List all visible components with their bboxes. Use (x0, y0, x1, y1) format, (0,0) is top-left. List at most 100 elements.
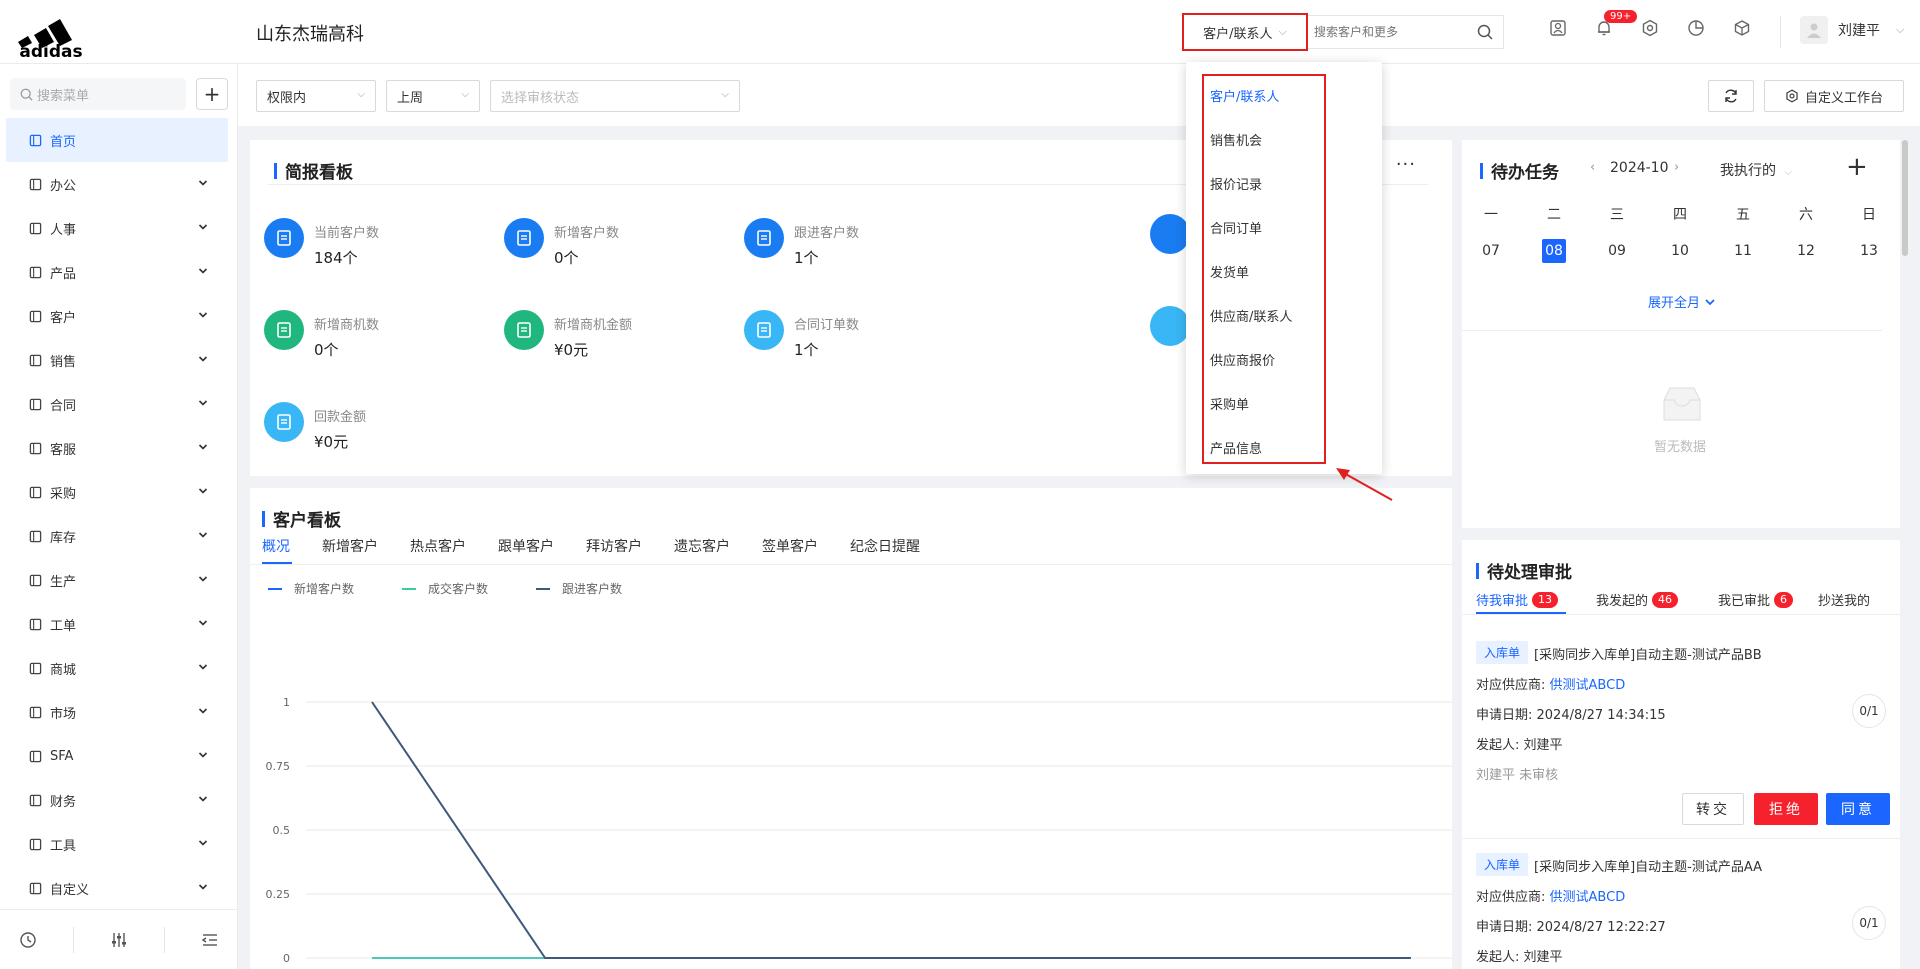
calendar-day[interactable]: 08 (1542, 239, 1566, 263)
approval-tab-0[interactable]: 待我审批 13 (1476, 590, 1559, 609)
approval-subject[interactable]: [采购同步入库单]自动主题-测试产品BB (1534, 644, 1762, 663)
sidebar-item-13[interactable]: 市场 (0, 690, 238, 734)
stat-value: ¥0元 (554, 341, 589, 359)
y-tick-label: 0.25 (266, 888, 291, 901)
approval-tab-3[interactable]: 抄送我的 (1818, 590, 1870, 609)
customize-workbench-button[interactable]: 自定义工作台 (1764, 80, 1904, 112)
sidebar-item-3[interactable]: 产品 (0, 250, 238, 294)
stat-card[interactable]: 新增商机数 0个 (264, 310, 379, 360)
cube-icon[interactable] (1732, 18, 1752, 38)
sidebar-item-4[interactable]: 客户 (0, 294, 238, 338)
stat-label: 当前客户数 (314, 226, 380, 241)
tab-3[interactable]: 跟单客户 (498, 536, 554, 556)
sliders-icon[interactable] (109, 930, 129, 950)
search-type-option[interactable]: 采购单 (1210, 394, 1249, 413)
calendar-day[interactable]: 13 (1857, 239, 1881, 263)
stat-card[interactable]: 当前客户数 184个 (264, 218, 380, 268)
legend-label: 跟进客户数 (562, 581, 622, 596)
search-type-option[interactable]: 客户/联系人 (1210, 86, 1279, 105)
more-icon[interactable]: ··· (1396, 154, 1416, 175)
sidebar-item-1[interactable]: 办公 (0, 162, 238, 206)
calendar-day[interactable]: 12 (1794, 239, 1818, 263)
toolbox-icon (28, 837, 42, 851)
stat-card[interactable]: 跟进客户数 1个 (744, 218, 859, 268)
search-type-option[interactable]: 发货单 (1210, 262, 1249, 281)
count-badge: 13 (1532, 591, 1559, 608)
reject-button[interactable]: 拒绝 (1754, 793, 1818, 825)
sidebar-item-2[interactable]: 人事 (0, 206, 238, 250)
sidebar-item-8[interactable]: 采购 (0, 470, 238, 514)
sidebar-item-5[interactable]: 销售 (0, 338, 238, 382)
global-search-input[interactable] (1314, 25, 1464, 39)
tab-6[interactable]: 签单客户 (762, 536, 818, 556)
approval-tab-2[interactable]: 我已审批 6 (1718, 590, 1794, 609)
search-type-option[interactable]: 销售机会 (1210, 130, 1262, 149)
todo-filter-select[interactable]: 我执行的 ⌵ (1720, 160, 1792, 180)
stat-card[interactable]: 合同订单数 1个 (744, 310, 859, 360)
search-type-select[interactable]: 客户/联系人 ⌵ (1182, 13, 1308, 51)
sidebar-item-7[interactable]: 客服 (0, 426, 238, 470)
history-icon[interactable] (18, 930, 38, 950)
search-type-option[interactable]: 产品信息 (1210, 438, 1262, 457)
todo-scrollbar-thumb[interactable] (1902, 140, 1908, 256)
transfer-button[interactable]: 转交 (1682, 793, 1744, 825)
mall-icon (28, 661, 42, 675)
sidebar-item-0[interactable]: 首页 (6, 118, 228, 162)
collapse-menu-icon[interactable] (200, 930, 220, 950)
user-menu[interactable]: 刘建平 ⌵ (1800, 16, 1904, 44)
header-divider (1780, 16, 1781, 48)
bell-icon[interactable]: 99+ (1594, 10, 1638, 38)
sidebar-item-6[interactable]: 合同 (0, 382, 238, 426)
calendar-day[interactable]: 09 (1605, 239, 1629, 263)
adidas-logo[interactable]: adidas (14, 8, 88, 62)
search-icon[interactable] (1477, 24, 1493, 44)
tab-7[interactable]: 纪念日提醒 (850, 536, 920, 556)
chevron-right-icon[interactable]: › (1674, 160, 1679, 175)
stat-card[interactable]: 新增客户数 0个 (504, 218, 619, 268)
approval-subject[interactable]: [采购同步入库单]自动主题-测试产品AA (1534, 856, 1762, 875)
sidebar-item-16[interactable]: 工具 (0, 822, 238, 866)
search-type-option[interactable]: 供应商报价 (1210, 350, 1275, 369)
calendar-day[interactable]: 07 (1479, 239, 1503, 263)
search-type-option[interactable]: 合同订单 (1210, 218, 1262, 237)
calendar-day[interactable]: 10 (1668, 239, 1692, 263)
expand-month-button[interactable]: 展开全月 (1648, 292, 1716, 311)
add-menu-button[interactable]: + (196, 78, 228, 110)
refresh-button[interactable] (1708, 80, 1754, 112)
sidebar-item-14[interactable]: SFA (0, 734, 238, 778)
grid-icon (28, 881, 42, 895)
search-type-dropdown: 客户/联系人 销售机会报价记录合同订单发货单供应商/联系人 供应商报价采购单产品信息 (1186, 62, 1382, 474)
stat-card[interactable]: 新增商机金额 ¥0元 (504, 310, 632, 360)
search-icon (20, 88, 33, 101)
y-tick-label: 1 (283, 696, 290, 709)
sidebar-item-11[interactable]: 工单 (0, 602, 238, 646)
period-select[interactable]: 上周 ⌵ (386, 80, 480, 112)
tab-2[interactable]: 热点客户 (410, 536, 466, 556)
approve-button[interactable]: 同意 (1826, 793, 1890, 825)
gear-icon[interactable] (1640, 18, 1660, 38)
audit-status-select[interactable]: 选择审核状态 ⌵ (490, 80, 740, 112)
contacts-icon[interactable] (1548, 18, 1568, 38)
pie-chart-icon[interactable] (1686, 18, 1706, 38)
supplier-link[interactable]: 供测试ABCD (1550, 890, 1626, 905)
search-type-option[interactable]: 供应商/联系人 (1210, 306, 1292, 325)
tab-4[interactable]: 拜访客户 (586, 536, 642, 556)
approval-supplier: 对应供应商: 供测试ABCD (1476, 886, 1625, 905)
add-task-button[interactable]: + (1846, 152, 1868, 182)
tab-0[interactable]: 概况 (262, 536, 290, 556)
sidebar-item-9[interactable]: 库存 (0, 514, 238, 558)
tab-1[interactable]: 新增客户 (322, 536, 378, 556)
approval-tab-1[interactable]: 我发起的 46 (1596, 590, 1679, 609)
search-type-option[interactable]: 报价记录 (1210, 174, 1262, 193)
scope-select[interactable]: 权限内 ⌵ (256, 80, 376, 112)
sidebar-item-10[interactable]: 生产 (0, 558, 238, 602)
menu-search-input[interactable]: 搜索菜单 (10, 78, 186, 110)
supplier-link[interactable]: 供测试ABCD (1550, 678, 1626, 693)
calendar-day[interactable]: 11 (1731, 239, 1755, 263)
chevron-left-icon[interactable]: ‹ (1590, 160, 1595, 175)
sidebar-item-17[interactable]: 自定义 (0, 866, 238, 910)
sidebar-item-12[interactable]: 商城 (0, 646, 238, 690)
sidebar-item-15[interactable]: 财务 (0, 778, 238, 822)
stat-card[interactable]: 回款金额 ¥0元 (264, 402, 366, 452)
tab-5[interactable]: 遗忘客户 (674, 536, 730, 556)
